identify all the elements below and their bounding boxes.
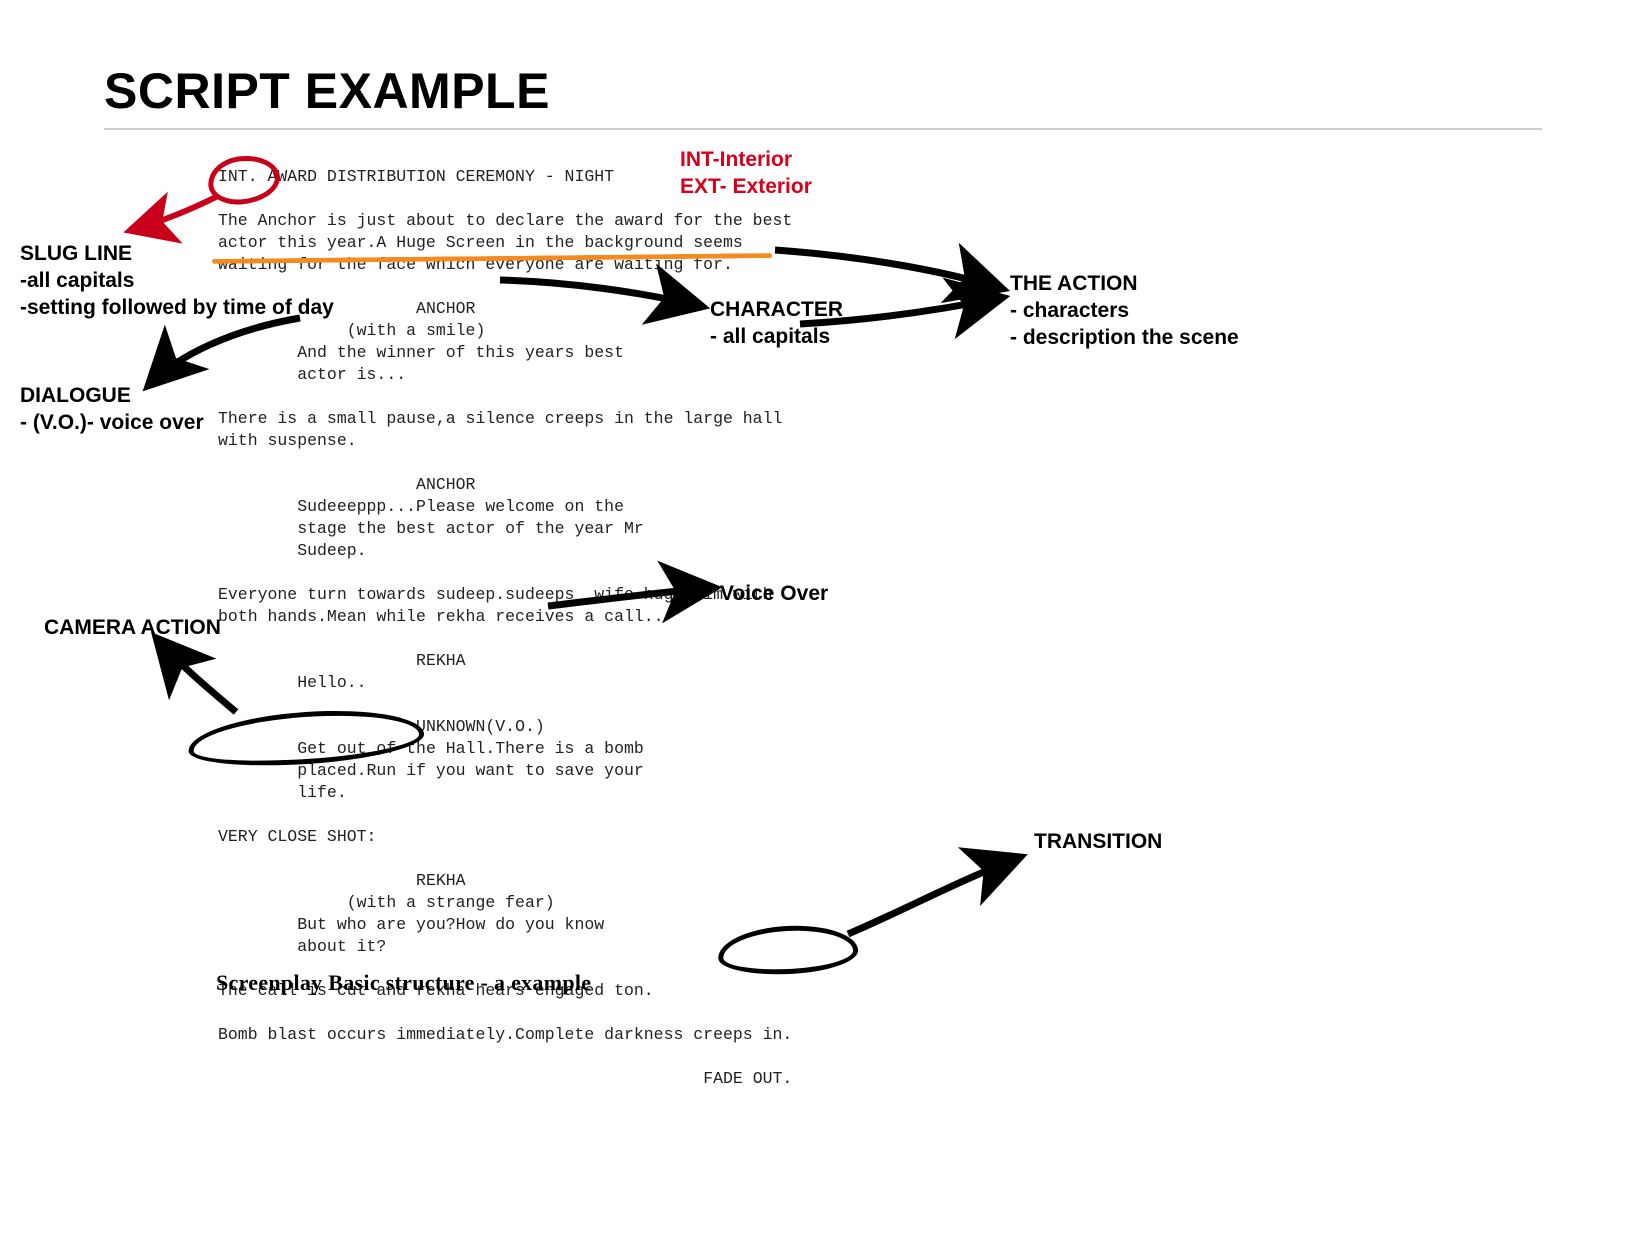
script-example-slide: SCRIPT EXAMPLE INT-Interior EXT- Exterio… [0,0,1646,1260]
screenplay-caption: Screenplay Basic structure - a example [216,970,591,996]
title-divider [104,128,1542,130]
annotation-action: THE ACTION - characters - description th… [1010,270,1239,351]
arrow-transition [848,858,1018,934]
annotation-camera: CAMERA ACTION [44,614,221,641]
annotation-transition: TRANSITION [1034,828,1162,855]
page-title: SCRIPT EXAMPLE [104,62,550,120]
annotation-slug-line: SLUG LINE -all capitals -setting followe… [20,240,334,321]
arrow-int-to-slugline [132,196,218,230]
annotation-character: CHARACTER - all capitals [710,296,843,350]
annotation-voice-over: Voice Over [720,580,828,607]
annotation-dialogue: DIALOGUE - (V.O.)- voice over [20,382,204,436]
